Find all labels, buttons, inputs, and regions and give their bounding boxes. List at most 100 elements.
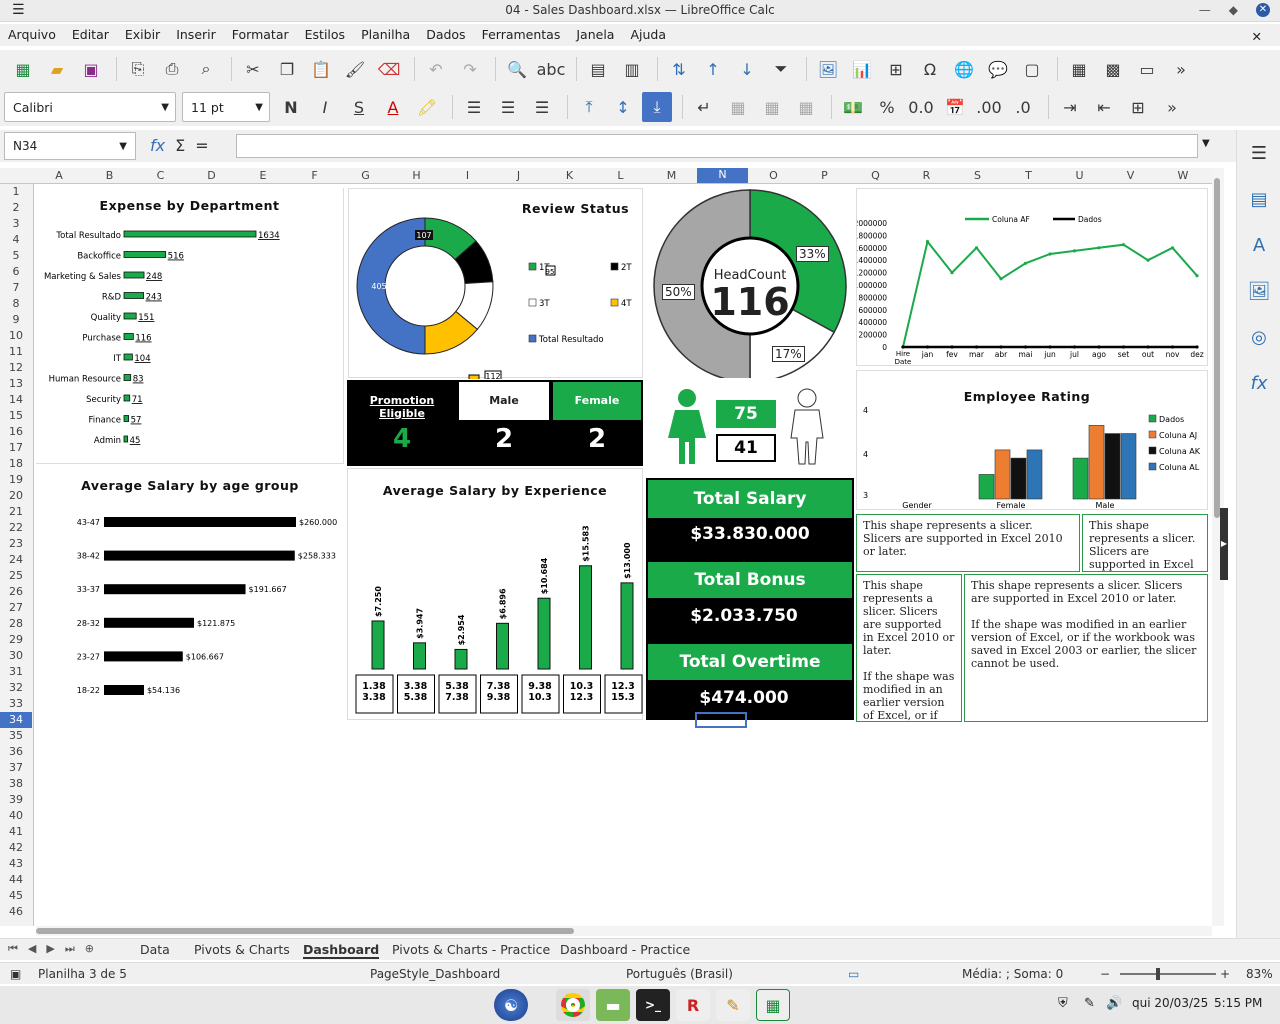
column-header-E[interactable]: E (237, 169, 289, 182)
align-top-icon[interactable]: ⤒ (574, 92, 604, 122)
merge-cells-icon[interactable]: ▦ (723, 92, 753, 122)
row-header-7[interactable]: 7 (0, 280, 32, 296)
row-header-4[interactable]: 4 (0, 232, 32, 248)
gallery-icon[interactable]: 🖼 (1237, 268, 1280, 314)
delete-decimal-icon[interactable]: .0 (1008, 92, 1038, 122)
menu-formatar[interactable]: Formatar (224, 24, 297, 45)
font-name-box[interactable]: Calibri ▼ (4, 92, 176, 122)
promotion-panel[interactable]: Promotion Eligible Male Female 4 2 2 (347, 380, 643, 466)
row-header-42[interactable]: 42 (0, 840, 32, 856)
styles-icon[interactable]: A (1237, 222, 1280, 268)
row-header-41[interactable]: 41 (0, 824, 32, 840)
row-header-43[interactable]: 43 (0, 856, 32, 872)
slicer-2[interactable]: This shape represents a slicer. Slicers … (1082, 514, 1208, 572)
menu-ferramentas[interactable]: Ferramentas (474, 24, 569, 45)
os-menu-icon[interactable]: ☯ (494, 989, 528, 1021)
sort-ascending-icon[interactable]: ↑ (698, 54, 728, 84)
close-icon[interactable]: ✕ (1256, 3, 1270, 17)
row-header-23[interactable]: 23 (0, 536, 32, 552)
row-header-24[interactable]: 24 (0, 552, 32, 568)
font-color-icon[interactable]: A (378, 92, 408, 122)
selection-mode-icon[interactable]: ▭ (848, 967, 859, 981)
sum-icon[interactable]: Σ (175, 136, 185, 155)
row-header-32[interactable]: 32 (0, 680, 32, 696)
expense-chart-panel[interactable]: Expense by Department Total Resultado 163… (36, 188, 344, 464)
align-left-icon[interactable]: ☰ (459, 92, 489, 122)
more-options-icon[interactable]: » (1166, 54, 1196, 84)
row-header-36[interactable]: 36 (0, 744, 32, 760)
text-editor-icon[interactable]: ✎ (716, 989, 750, 1021)
first-sheet-icon[interactable]: ⏮ (8, 942, 18, 956)
row-header-18[interactable]: 18 (0, 456, 32, 472)
column-header-U[interactable]: U (1054, 169, 1105, 182)
column-header-G[interactable]: G (340, 169, 391, 182)
row-header-33[interactable]: 33 (0, 696, 32, 712)
row-header-15[interactable]: 15 (0, 408, 32, 424)
percent-icon[interactable]: % (872, 92, 902, 122)
align-center-icon[interactable]: ☰ (493, 92, 523, 122)
bold-icon[interactable]: N (276, 92, 306, 122)
clone-formatting-icon[interactable]: 🖌 (340, 54, 370, 84)
employee-rating-panel[interactable]: Employee Rating 4 4 3 Gender Female Male Dados… (856, 370, 1208, 510)
borders-icon[interactable]: ⊞ (1123, 92, 1153, 122)
volume-icon[interactable]: 🔊 (1106, 996, 1122, 1011)
number-format-icon[interactable]: 0.0 (906, 92, 936, 122)
clock-time[interactable]: 5:15 PM (1214, 996, 1262, 1010)
currency-icon[interactable]: 💵 (838, 92, 868, 122)
row-header-22[interactable]: 22 (0, 520, 32, 536)
row-header-29[interactable]: 29 (0, 632, 32, 648)
row-header-9[interactable]: 9 (0, 312, 32, 328)
column-header-I[interactable]: I (442, 169, 493, 182)
row-header-37[interactable]: 37 (0, 760, 32, 776)
insert-image-icon[interactable]: 🖼 (813, 54, 843, 84)
row-header-3[interactable]: 3 (0, 216, 32, 232)
network-icon[interactable]: ⛨ (1058, 996, 1068, 1011)
menu-ajuda[interactable]: Ajuda (622, 24, 674, 45)
freeze-rows-icon[interactable]: ▩ (1098, 54, 1128, 84)
italic-icon[interactable]: I (310, 92, 340, 122)
row-header-39[interactable]: 39 (0, 792, 32, 808)
increase-indent-icon[interactable]: ⇥ (1055, 92, 1085, 122)
row-header-12[interactable]: 12 (0, 360, 32, 376)
selected-cell[interactable] (695, 712, 747, 728)
menu-editar[interactable]: Editar (64, 24, 117, 45)
unmerge-icon[interactable]: ▦ (791, 92, 821, 122)
calc-icon[interactable]: ▦ (756, 989, 790, 1021)
headcount-panel[interactable]: HeadCount 116 33% 17% 50% (646, 188, 852, 378)
column-header-J[interactable]: J (493, 169, 544, 182)
horizontal-scrollbar[interactable] (36, 926, 1212, 936)
column-header-H[interactable]: H (391, 169, 442, 182)
column-header-T[interactable]: T (1003, 169, 1054, 182)
row-header-5[interactable]: 5 (0, 248, 32, 264)
font-size-box[interactable]: 11 pt ▼ (182, 92, 270, 122)
column-header-O[interactable]: O (748, 169, 799, 182)
merge-center-icon[interactable]: ▦ (757, 92, 787, 122)
row-header-19[interactable]: 19 (0, 472, 32, 488)
copy-icon[interactable]: ❐ (272, 54, 302, 84)
row-header-44[interactable]: 44 (0, 872, 32, 888)
next-sheet-icon[interactable]: ▶ (46, 942, 54, 956)
row-header-31[interactable]: 31 (0, 664, 32, 680)
row-header-1[interactable]: 1 (0, 184, 32, 200)
row-header-2[interactable]: 2 (0, 200, 32, 216)
row-header-28[interactable]: 28 (0, 616, 32, 632)
menu-inserir[interactable]: Inserir (168, 24, 224, 45)
tab-data[interactable]: Data (140, 942, 170, 957)
zoom-out-icon[interactable]: − (1100, 967, 1110, 981)
zoom-in-icon[interactable]: + (1220, 967, 1230, 981)
headers-footers-icon[interactable]: ▢ (1017, 54, 1047, 84)
save-icon[interactable]: ▣ (76, 54, 106, 84)
terminal-icon[interactable]: >_ (636, 989, 670, 1021)
file-manager-icon[interactable]: ▬ (596, 989, 630, 1021)
spellcheck-icon[interactable]: abc (536, 54, 566, 84)
highlight-icon[interactable]: 🖍 (412, 92, 442, 122)
r-app-icon[interactable]: R (676, 989, 710, 1021)
menu-janela[interactable]: Janela (568, 24, 622, 45)
spreadsheet-grid[interactable]: ABCDEFGHIJKLMNOPQRSTUVW 1 2 3 4 5 6 7 8 9 10 11 12 1… (0, 168, 1212, 926)
print-icon[interactable]: ⎙ (157, 54, 187, 84)
experience-salary-panel[interactable]: Average Salary by Experience $7.250 1.38 3… (347, 468, 643, 720)
close-document-icon[interactable]: ✕ (1244, 26, 1270, 47)
row-header-30[interactable]: 30 (0, 648, 32, 664)
row-header-25[interactable]: 25 (0, 568, 32, 584)
add-sheet-icon[interactable]: ⊕ (85, 942, 94, 956)
